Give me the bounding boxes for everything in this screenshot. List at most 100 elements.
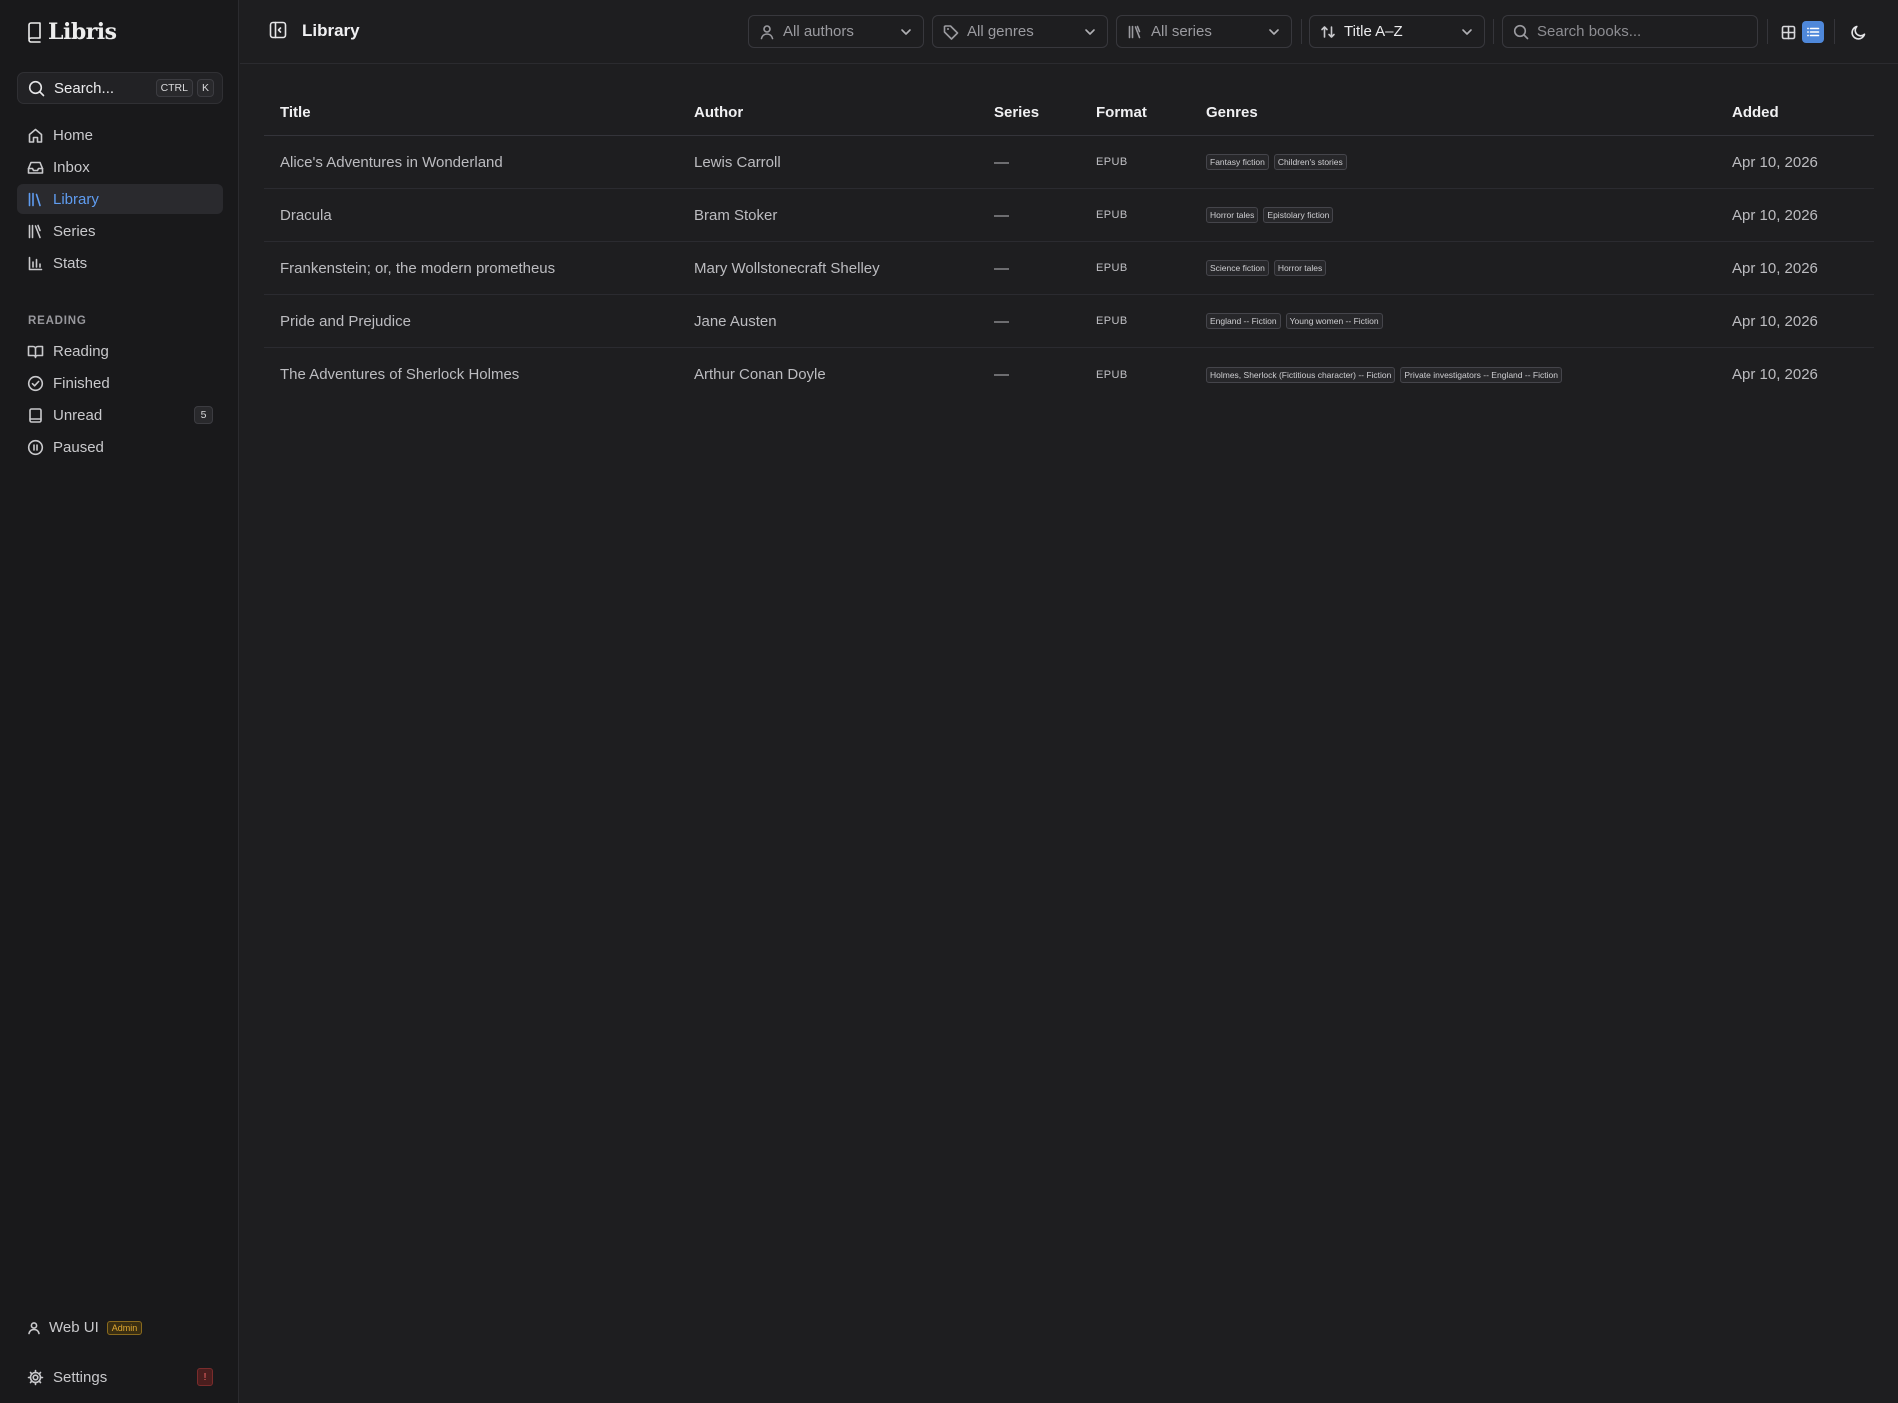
- sidebar-item-label: Library: [53, 190, 99, 208]
- grid-view-button[interactable]: [1777, 21, 1799, 43]
- book-genres: Fantasy fiction Children's stories: [1206, 154, 1347, 170]
- genre-chip: Horror tales: [1206, 207, 1259, 223]
- book-title[interactable]: The Adventures of Sherlock Holmes: [280, 366, 519, 383]
- inbox-icon: [27, 159, 44, 176]
- table-row[interactable]: Alice's Adventures in Wonderland Lewis C…: [264, 136, 1874, 189]
- book-title[interactable]: Dracula: [280, 207, 332, 224]
- sort-value: Title A–Z: [1344, 23, 1403, 40]
- sidebar-item-library[interactable]: Library: [17, 184, 223, 214]
- genre-chip: Fantasy fiction: [1206, 154, 1269, 170]
- sidebar-item-unread[interactable]: Unread 5: [17, 400, 223, 430]
- chevron-down-icon: [899, 25, 913, 39]
- column-header-format[interactable]: Format: [1096, 104, 1147, 121]
- home-icon: [27, 127, 44, 144]
- book-genres: Holmes, Sherlock (Fictitious character) …: [1206, 366, 1562, 383]
- column-header-added[interactable]: Added: [1732, 104, 1779, 121]
- genre-chip: Young women -- Fiction: [1285, 313, 1383, 329]
- moon-icon: [1850, 24, 1867, 41]
- book-added-date: Apr 10, 2026: [1732, 259, 1818, 277]
- settings-link[interactable]: Settings !: [27, 1368, 213, 1386]
- table-row[interactable]: Dracula Bram Stoker — EPUB Horror tales …: [264, 189, 1874, 242]
- series-filter-value: All series: [1151, 23, 1212, 40]
- book-title[interactable]: Frankenstein; or, the modern prometheus: [280, 260, 555, 277]
- sidebar-item-finished[interactable]: Finished: [17, 368, 223, 398]
- sidebar-item-home[interactable]: Home: [17, 120, 223, 150]
- book-author: Lewis Carroll: [694, 153, 781, 171]
- table-row[interactable]: Frankenstein; or, the modern prometheus …: [264, 242, 1874, 295]
- book-added-date: Apr 10, 2026: [1732, 153, 1818, 171]
- books-table: Title Author Series Format Genres Added …: [264, 90, 1874, 401]
- series-icon: [1127, 24, 1143, 40]
- book-title[interactable]: Alice's Adventures in Wonderland: [280, 154, 503, 171]
- pause-circle-icon: [27, 439, 44, 456]
- settings-label: Settings: [53, 1368, 108, 1386]
- sidebar-search-button[interactable]: Search... CTRL K: [17, 72, 223, 104]
- sort-arrows-icon: [1320, 24, 1336, 40]
- book-author: Mary Wollstonecraft Shelley: [694, 259, 880, 277]
- logo-book-icon: [26, 21, 44, 43]
- book-added-date: Apr 10, 2026: [1732, 312, 1818, 330]
- author-filter-select[interactable]: All authors: [748, 15, 924, 48]
- toolbar-divider: [1493, 19, 1494, 44]
- sidebar-item-label: Reading: [53, 342, 109, 360]
- sidebar-item-label: Unread: [53, 406, 103, 424]
- book-title[interactable]: Pride and Prejudice: [280, 313, 411, 330]
- sort-select[interactable]: Title A–Z: [1309, 15, 1485, 48]
- genre-chip: Private investigators -- England -- Fict…: [1400, 366, 1562, 383]
- table-row[interactable]: The Adventures of Sherlock Holmes Arthur…: [264, 348, 1874, 401]
- list-view-button[interactable]: [1802, 21, 1824, 43]
- series-filter-select[interactable]: All series: [1116, 15, 1292, 48]
- sidebar-item-label: Paused: [53, 438, 104, 456]
- toolbar-divider: [1834, 19, 1835, 44]
- sidebar-item-paused[interactable]: Paused: [17, 432, 223, 462]
- book-format: EPUB: [1096, 262, 1128, 274]
- book-format: EPUB: [1096, 209, 1128, 221]
- sidebar-item-series[interactable]: Series: [17, 216, 223, 246]
- book-series: —: [994, 153, 1009, 171]
- book-author: Bram Stoker: [694, 206, 778, 224]
- settings-alert-badge: !: [197, 1368, 213, 1386]
- genre-filter-select[interactable]: All genres: [932, 15, 1108, 48]
- column-header-genres[interactable]: Genres: [1206, 104, 1258, 121]
- user-row[interactable]: Web UI Admin: [27, 1319, 143, 1336]
- book-added-date: Apr 10, 2026: [1732, 366, 1818, 383]
- top-bar: Library All authors All genres All serie…: [240, 0, 1898, 64]
- book-series: —: [994, 366, 1009, 383]
- column-header-title[interactable]: Title: [280, 104, 311, 121]
- panel-left-icon: [269, 21, 287, 39]
- app-logo[interactable]: Libris: [26, 19, 117, 45]
- chevron-down-icon: [1083, 25, 1097, 39]
- genre-chip: England -- Fiction: [1206, 313, 1281, 329]
- app-name: Libris: [48, 19, 117, 45]
- book-open-icon: [27, 343, 44, 360]
- sidebar-search-label: Search...: [54, 79, 115, 97]
- sidebar: Libris Search... CTRL K Home Inbox Libra…: [0, 0, 239, 1403]
- sidebar-item-stats[interactable]: Stats: [17, 248, 223, 278]
- app-root: Libris Search... CTRL K Home Inbox Libra…: [0, 0, 1898, 1403]
- theme-toggle-button[interactable]: [1847, 21, 1869, 43]
- book-author: Jane Austen: [694, 312, 777, 330]
- sidebar-item-inbox[interactable]: Inbox: [17, 152, 223, 182]
- book-search-input[interactable]: [1537, 23, 1747, 40]
- genre-chip: Children's stories: [1273, 154, 1347, 170]
- table-header: Title Author Series Format Genres Added: [264, 90, 1874, 136]
- kbd-ctrl: CTRL: [155, 79, 193, 97]
- sidebar-toggle-button[interactable]: [269, 21, 287, 39]
- sidebar-item-reading[interactable]: Reading: [17, 336, 223, 366]
- kbd-k: K: [196, 79, 214, 97]
- library-icon: [27, 191, 44, 208]
- user-icon: [759, 24, 775, 40]
- book-icon: [27, 407, 44, 424]
- table-row[interactable]: Pride and Prejudice Jane Austen — EPUB E…: [264, 295, 1874, 348]
- column-header-author[interactable]: Author: [694, 104, 743, 121]
- admin-badge: Admin: [106, 1320, 143, 1335]
- reading-section-title: READING: [28, 315, 87, 327]
- toolbar-divider: [1301, 19, 1302, 44]
- book-format: EPUB: [1096, 368, 1128, 381]
- book-format: EPUB: [1096, 315, 1128, 327]
- column-header-series[interactable]: Series: [994, 104, 1039, 121]
- list-icon: [1806, 25, 1820, 39]
- gear-icon: [27, 1369, 44, 1386]
- book-genres: Horror tales Epistolary fiction: [1206, 207, 1334, 223]
- sidebar-item-label: Series: [53, 222, 96, 240]
